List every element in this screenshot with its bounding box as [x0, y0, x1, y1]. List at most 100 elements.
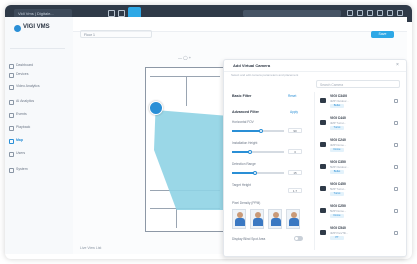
footer-label: Live View List: [80, 246, 102, 250]
camera-name: VIGI C350: [330, 160, 346, 164]
add-camera-icon[interactable]: [394, 121, 398, 125]
sidebar-item-devices[interactable]: Devices: [9, 71, 28, 78]
camera-icon: [320, 164, 326, 169]
sidebar-divider: [10, 48, 65, 49]
download-icon[interactable]: [387, 10, 393, 16]
camera-meta: 4MP Pan/Tilt...: [330, 231, 349, 235]
camera-list-item[interactable]: VIGI C340I 4MP Outdoor... Bullet: [318, 92, 402, 114]
fov-value[interactable]: 90: [288, 127, 302, 133]
sidebar-item-ai-analytics[interactable]: AI Analytics: [9, 98, 34, 105]
camera-type-badge: Bullet: [330, 170, 344, 174]
add-camera-icon[interactable]: [394, 209, 398, 213]
logo-text: VIGI VMS: [23, 24, 50, 30]
camera-type-badge: Turret: [330, 126, 344, 130]
device-icon: [9, 72, 14, 78]
save-button[interactable]: Save: [371, 31, 394, 38]
camera-icon: [320, 230, 326, 235]
sidebar-item-users[interactable]: Users: [9, 150, 25, 157]
add-camera-icon[interactable]: [394, 231, 398, 235]
logo-icon: [14, 25, 21, 32]
window-icon[interactable]: [118, 10, 125, 17]
advanced-filter-title: Advanced Filter: [232, 110, 259, 114]
map-icon: [9, 138, 14, 144]
panel-subtitle: Select and edit camera parameters and pl…: [231, 73, 299, 77]
camera-meta: 5MP Dome...: [330, 209, 347, 213]
range-value[interactable]: 15: [288, 169, 302, 175]
camera-meta: 5MP Outdoor...: [330, 165, 349, 169]
height-label: Installation Height: [232, 141, 258, 145]
close-icon[interactable]: [397, 10, 403, 16]
blind-spot-label: Display Blind Spot Area: [232, 237, 266, 241]
camera-list-item[interactable]: VIGI C440 4MP Turret... Turret: [318, 114, 402, 136]
sidebar-item-events[interactable]: Events: [9, 111, 27, 118]
camera-name: VIGI C540: [330, 226, 346, 230]
add-camera-icon[interactable]: [394, 143, 398, 147]
height-slider-knob[interactable]: [248, 149, 253, 154]
filter-column: Basic Filter Reset Advanced Filter Apply…: [228, 90, 312, 250]
height-value[interactable]: 3: [288, 148, 302, 154]
close-icon[interactable]: ×: [396, 62, 399, 68]
range-slider-knob[interactable]: [253, 170, 258, 175]
camera-list-item[interactable]: VIGI C240 4MP Dome... Dome: [318, 136, 402, 158]
help-icon[interactable]: [357, 10, 363, 16]
camera-icon: [320, 98, 326, 103]
search-input[interactable]: [243, 10, 341, 17]
ai-icon: [9, 99, 14, 105]
camera-icon: [320, 142, 326, 147]
camera-icon: [320, 186, 326, 191]
sidebar-item-dashboard[interactable]: Dashboard: [9, 62, 33, 69]
analytics-icon: [9, 84, 14, 90]
apply-link[interactable]: Apply: [290, 110, 298, 114]
panel-header: Add Virtual Camera ×: [224, 60, 406, 72]
person-preview[interactable]: [286, 209, 300, 229]
sidebar-item-video-analytics[interactable]: Video Analytics: [9, 83, 40, 90]
basic-filter-title: Basic Filter: [232, 94, 252, 98]
camera-search-input[interactable]: Search Camera: [316, 80, 400, 88]
settings-icon[interactable]: [367, 10, 373, 16]
sidebar: [5, 17, 78, 254]
target-height-label: Target Height: [232, 183, 251, 187]
person-preview[interactable]: [250, 209, 264, 229]
camera-list-item[interactable]: VIGI C450 5MP Turret... Turret: [318, 180, 402, 202]
fov-slider-fill: [232, 130, 261, 132]
camera-name: VIGI C250: [330, 204, 346, 208]
fov-slider-knob[interactable]: [258, 128, 263, 133]
range-slider-fill: [232, 172, 256, 174]
range-slider[interactable]: [232, 172, 284, 174]
blind-spot-toggle[interactable]: [294, 236, 303, 241]
camera-name: VIGI C450: [330, 182, 346, 186]
grid-icon[interactable]: [108, 10, 115, 17]
plan-wall: [150, 76, 220, 77]
add-camera-icon[interactable]: [394, 99, 398, 103]
camera-marker-icon[interactable]: [149, 101, 163, 115]
camera-list-item[interactable]: VIGI C350 5MP Outdoor... Bullet: [318, 158, 402, 180]
camera-type-badge: Bullet: [330, 104, 344, 108]
camera-list-item[interactable]: VIGI C250 5MP Dome... Dome: [318, 202, 402, 224]
floor-select[interactable]: Floor 1: [80, 30, 152, 38]
ppm-label: Pixel Density (PPM): [232, 201, 261, 205]
add-camera-icon[interactable]: [394, 187, 398, 191]
camera-icon: [320, 120, 326, 125]
person-preview[interactable]: [268, 209, 282, 229]
bell-icon[interactable]: [347, 10, 353, 16]
settings-icon: [9, 167, 14, 173]
user-icon: [9, 151, 14, 157]
sidebar-item-map[interactable]: Map: [9, 137, 23, 144]
sidebar-item-system[interactable]: System: [9, 166, 28, 173]
camera-meta: 5MP Turret...: [330, 187, 347, 191]
panel-title: Add Virtual Camera: [233, 63, 271, 68]
person-preview[interactable]: [232, 209, 246, 229]
user-icon[interactable]: [377, 10, 383, 16]
add-camera-icon[interactable]: [394, 165, 398, 169]
plan-wall: [176, 208, 177, 228]
target-height-value[interactable]: 1.7: [288, 188, 302, 193]
camera-type-badge: Dome: [330, 148, 344, 152]
sidebar-item-playback[interactable]: Playback: [9, 124, 30, 131]
zoom-control[interactable]: — ◯ +: [178, 55, 191, 60]
camera-list-item[interactable]: VIGI C540 4MP Pan/Tilt... PT: [318, 224, 402, 246]
height-slider[interactable]: [232, 151, 284, 153]
camera-meta: 4MP Turret...: [330, 121, 347, 125]
reset-link[interactable]: Reset: [288, 94, 296, 98]
virtual-camera-panel: Add Virtual Camera × Select and edit cam…: [223, 59, 407, 257]
play-icon: [9, 125, 14, 131]
